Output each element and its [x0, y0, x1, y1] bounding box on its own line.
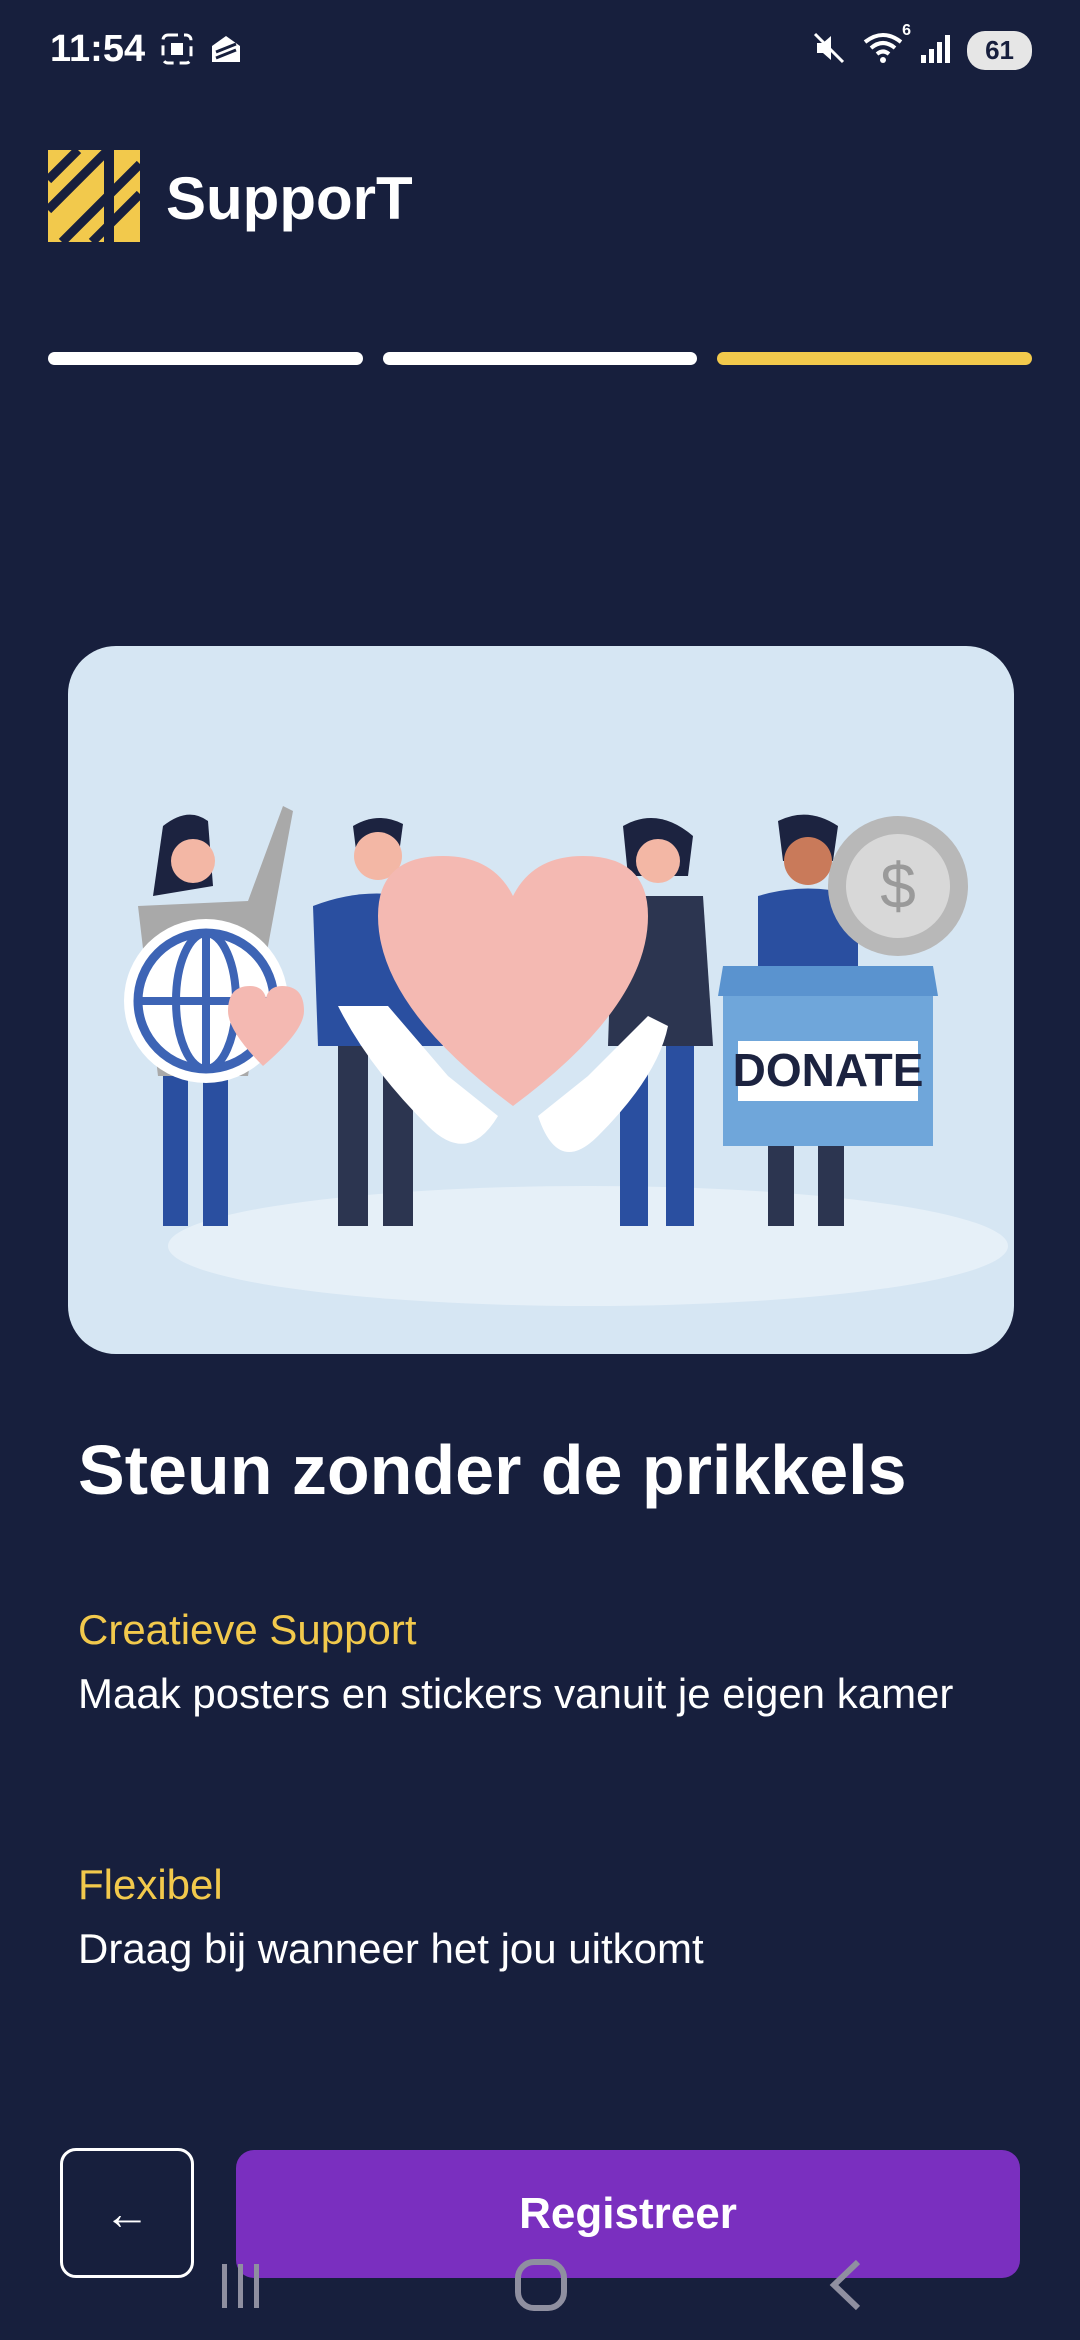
feature-flexible: Flexibel Draag bij wanneer het jou uitko… — [78, 1855, 978, 1983]
wifi-icon: 6 — [861, 22, 911, 71]
support-logo-icon — [44, 146, 144, 247]
feature-description: Maak posters en stickers vanuit je eigen… — [78, 1670, 954, 1717]
nav-back-icon[interactable] — [826, 2258, 866, 2317]
app-notification-icon — [208, 32, 244, 71]
progress-step-1 — [48, 352, 363, 365]
status-time: 11:54 — [50, 28, 146, 70]
feature-description: Draag bij wanneer het jou uitkomt — [78, 1925, 704, 1972]
feature-title: Flexibel — [78, 1861, 223, 1908]
feature-title: Creatieve Support — [78, 1606, 417, 1653]
battery-icon: 61 — [967, 31, 1032, 70]
wifi-badge: 6 — [902, 22, 912, 39]
mute-icon — [811, 30, 847, 71]
arrow-left-icon: ← — [104, 2187, 150, 2239]
onboarding-progress — [48, 352, 1033, 365]
brand-header: SupporT — [44, 146, 413, 247]
donation-illustration: $ DONATE — [68, 646, 1014, 1354]
signal-icon — [919, 31, 953, 70]
progress-step-3 — [717, 352, 1033, 365]
brand-name: SupporT — [166, 165, 413, 232]
recents-icon[interactable] — [218, 2260, 266, 2317]
page-title: Steun zonder de prikkels — [78, 1431, 907, 1509]
donate-box-label: DONATE — [733, 1044, 924, 1096]
system-nav-bar — [0, 2240, 1080, 2340]
status-bar: 11:54 6 61 — [0, 0, 1080, 100]
progress-step-2 — [382, 352, 698, 365]
feature-creative-support: Creatieve Support Maak posters en sticke… — [78, 1600, 978, 1728]
home-icon[interactable] — [514, 2258, 568, 2317]
coin-dollar-label: $ — [880, 850, 916, 922]
screenshot-icon — [160, 32, 194, 71]
